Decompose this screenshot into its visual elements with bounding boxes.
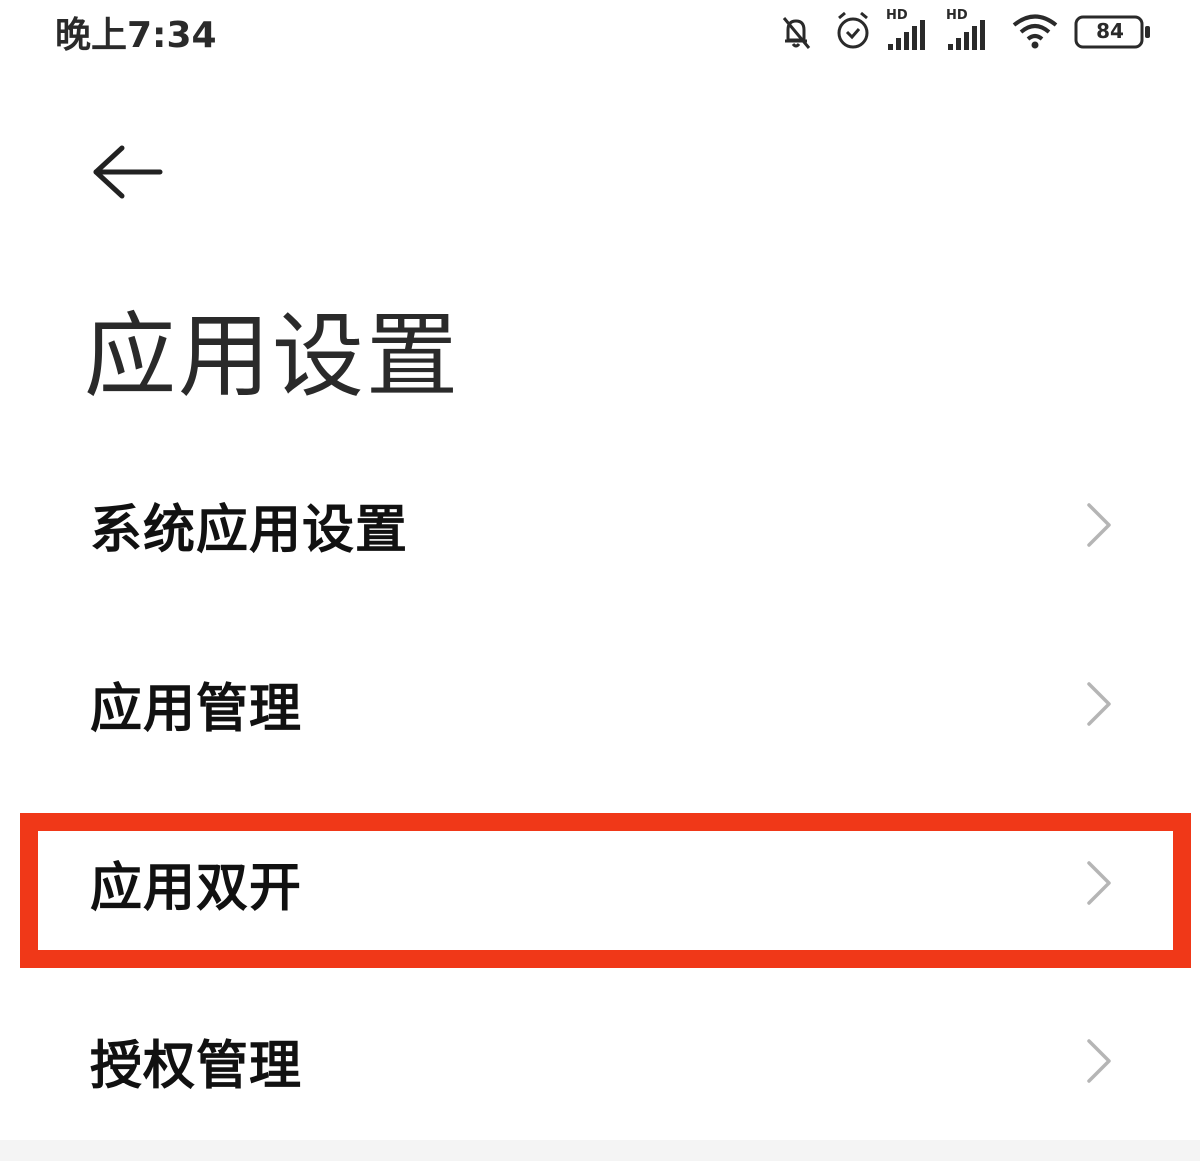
list-item-permissions[interactable]: 授权管理	[0, 986, 1200, 1136]
list-item-dual-apps[interactable]: 应用双开	[0, 808, 1200, 958]
list-item-app-management[interactable]: 应用管理	[0, 629, 1200, 779]
list-item-label: 应用双开	[90, 858, 303, 919]
list-item-label: 授权管理	[90, 1036, 303, 1097]
list-item-label: 应用管理	[90, 679, 303, 740]
bottom-divider	[0, 1140, 1200, 1161]
chevron-right-icon	[1087, 682, 1111, 726]
list-item-label: 系统应用设置	[90, 500, 409, 561]
chevron-right-icon	[1087, 1039, 1111, 1083]
settings-list: 系统应用设置 应用管理 应用双开 授权管理	[0, 0, 1200, 1161]
chevron-right-icon	[1087, 503, 1111, 547]
list-item-system-app-settings[interactable]: 系统应用设置	[0, 450, 1200, 600]
chevron-right-icon	[1087, 861, 1111, 905]
